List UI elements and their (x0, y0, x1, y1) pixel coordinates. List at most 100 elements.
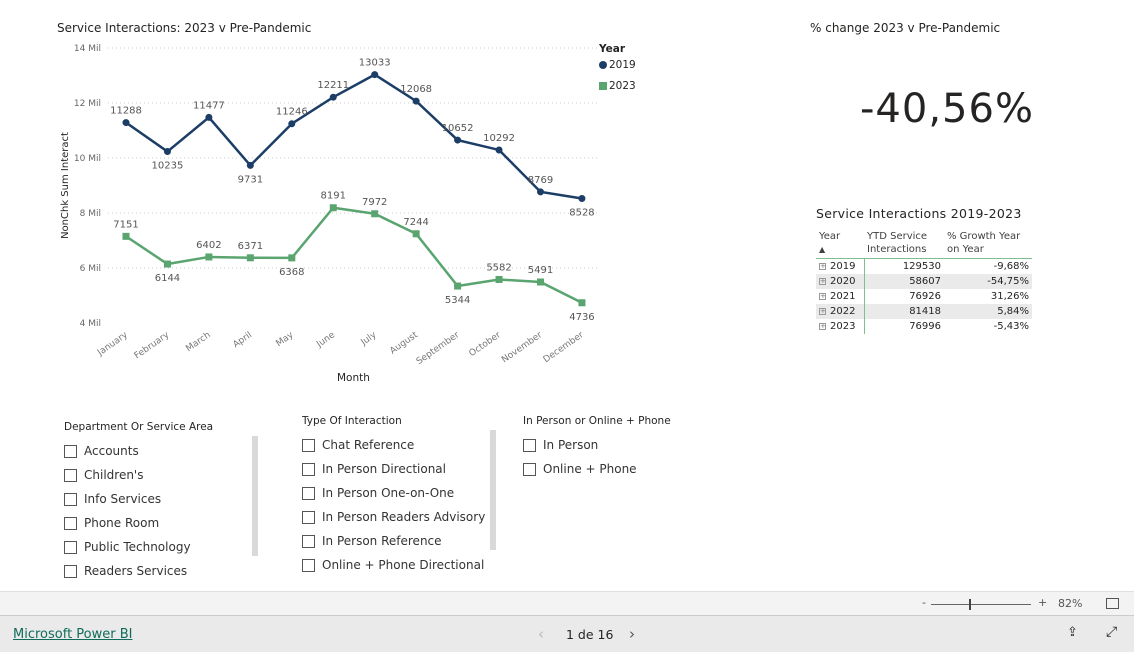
slicer-option[interactable]: Children's (64, 463, 254, 487)
data-point[interactable] (205, 253, 213, 261)
data-point[interactable] (122, 119, 130, 127)
expand-icon[interactable]: + (819, 278, 826, 285)
slicer-option[interactable]: Online + Phone Reference (302, 577, 492, 583)
slicer-title: Department Or Service Area (64, 421, 214, 433)
checkbox[interactable] (64, 516, 77, 530)
share-icon[interactable]: ⇪ (1067, 625, 1078, 640)
sort-ascending-icon: ▲ (819, 245, 826, 254)
year-cell[interactable]: +2022 (816, 304, 865, 319)
fullscreen-icon[interactable]: ⤢ (1106, 624, 1117, 640)
checkbox[interactable] (523, 438, 536, 452)
slicer-option[interactable]: Phone Room (64, 511, 254, 535)
slicer-option[interactable]: In Person Reference (302, 529, 492, 553)
data-point[interactable] (454, 282, 462, 290)
data-point[interactable] (578, 194, 586, 202)
data-point[interactable] (495, 146, 503, 154)
checkbox[interactable] (64, 564, 77, 578)
slicer-scrollbar[interactable] (252, 436, 258, 556)
data-point[interactable] (371, 71, 379, 79)
slicer-option[interactable]: Info Services (64, 487, 254, 511)
zoom-out-button[interactable]: - (922, 596, 926, 609)
zoom-slider-thumb[interactable] (969, 599, 971, 610)
checkbox[interactable] (523, 462, 536, 476)
slicer-option[interactable]: In Person Readers Advisory (302, 505, 492, 529)
checkbox[interactable] (302, 582, 315, 583)
legend-marker-circle-icon (599, 61, 607, 69)
next-page-icon[interactable]: › (629, 625, 635, 643)
fit-to-page-icon[interactable] (1106, 598, 1119, 609)
year-cell[interactable]: +2023 (816, 319, 865, 334)
data-point[interactable] (578, 299, 586, 307)
data-point[interactable] (163, 148, 171, 156)
zoom-in-button[interactable]: + (1038, 596, 1047, 609)
data-point[interactable] (412, 97, 420, 105)
ytd-cell: 76926 (909, 291, 941, 302)
previous-page-icon[interactable]: ‹ (538, 625, 544, 643)
checkbox[interactable] (64, 540, 77, 554)
slicer-option-label: Readers Services (84, 564, 188, 578)
data-point[interactable] (412, 230, 420, 238)
data-point[interactable] (288, 120, 296, 128)
expand-icon[interactable]: + (819, 293, 826, 300)
table-row: +2022 81418 5,84% (816, 304, 1032, 319)
slicer-option[interactable]: Public Technology (64, 535, 254, 559)
x-tick-label: August (388, 330, 420, 357)
slicer-option[interactable]: In Person (523, 433, 703, 457)
year-cell[interactable]: +2020 (816, 274, 865, 289)
checkbox[interactable] (302, 558, 315, 572)
power-bi-link[interactable]: Microsoft Power BI (13, 627, 132, 642)
expand-icon[interactable]: + (819, 323, 826, 330)
slicer-option-label: In Person One-on-One (322, 486, 455, 500)
slicer-title: In Person or Online + Phone (523, 415, 671, 427)
column-header-ytd[interactable]: YTD Service Interactions (864, 228, 944, 259)
data-point[interactable] (537, 278, 544, 286)
data-label: 6371 (238, 241, 263, 252)
slicer-option[interactable]: In Person One-on-One (302, 481, 492, 505)
expand-icon[interactable]: + (819, 308, 826, 315)
slicer-scrollbar[interactable] (490, 430, 496, 550)
data-point[interactable] (371, 210, 379, 218)
data-point[interactable] (246, 254, 254, 262)
column-header-year[interactable]: Year ▲ (816, 228, 864, 259)
data-point[interactable] (454, 136, 462, 144)
x-tick-label: December (542, 330, 586, 365)
slicer-option[interactable]: Online + Phone (523, 457, 703, 481)
slicer-option[interactable]: Chat Reference (302, 433, 492, 457)
slicer-1: Department Or Service Area Accounts Childr… (64, 421, 254, 583)
data-point[interactable] (288, 254, 296, 262)
y-tick-label: 10 Mil (74, 154, 101, 164)
data-label: 6402 (196, 240, 221, 251)
slicer-option[interactable]: Online + Phone Directional (302, 553, 492, 577)
slicer-option[interactable]: In Person Directional (302, 457, 492, 481)
data-point[interactable] (205, 113, 213, 121)
data-label: 10292 (483, 133, 515, 144)
column-header-growth[interactable]: % Growth Year on Year (944, 228, 1032, 259)
slicer-option-label: Chat Reference (322, 438, 415, 452)
data-point[interactable] (329, 204, 337, 212)
checkbox[interactable] (302, 486, 315, 500)
data-label: 6368 (279, 267, 304, 278)
checkbox[interactable] (64, 444, 77, 458)
checkbox[interactable] (302, 534, 315, 548)
legend-item-2023[interactable]: 2023 (599, 80, 636, 92)
checkbox[interactable] (64, 492, 77, 506)
checkbox[interactable] (302, 438, 315, 452)
legend-title: Year (599, 43, 626, 55)
data-label: 5582 (486, 262, 511, 273)
slicer-option[interactable]: Accounts (64, 439, 254, 463)
data-point[interactable] (537, 188, 544, 196)
data-point[interactable] (246, 161, 254, 169)
slicer-option[interactable]: Readers Services (64, 559, 254, 583)
data-point[interactable] (122, 232, 130, 240)
legend-item-2019[interactable]: 2019 (599, 59, 636, 71)
expand-icon[interactable]: + (819, 263, 826, 270)
zoom-slider[interactable] (931, 604, 1031, 605)
year-cell[interactable]: +2021 (816, 289, 865, 304)
year-cell[interactable]: +2019 (816, 258, 865, 274)
checkbox[interactable] (64, 468, 77, 482)
data-point[interactable] (329, 93, 337, 101)
data-point[interactable] (495, 275, 503, 283)
data-point[interactable] (163, 260, 171, 268)
checkbox[interactable] (302, 510, 315, 524)
checkbox[interactable] (302, 462, 315, 476)
